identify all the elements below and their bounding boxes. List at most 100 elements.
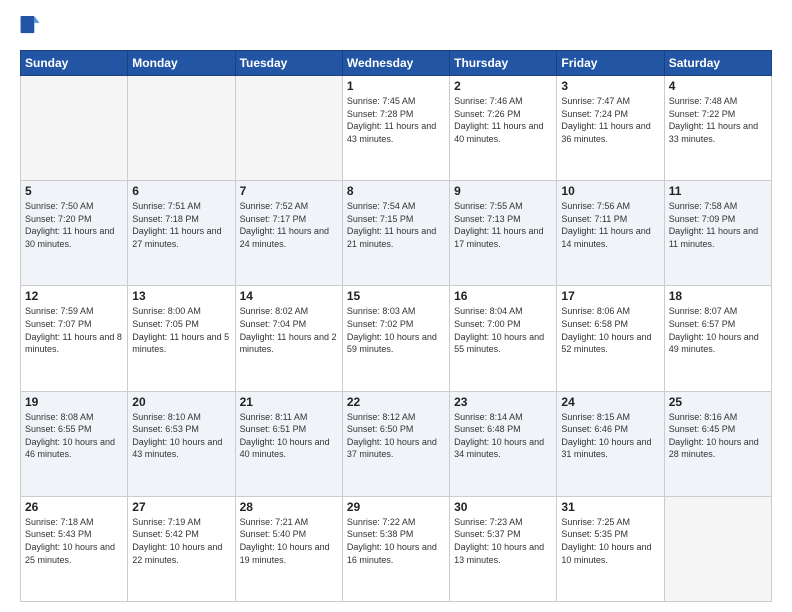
- day-number: 11: [669, 184, 767, 198]
- day-number: 3: [561, 79, 659, 93]
- day-number: 4: [669, 79, 767, 93]
- day-info: Sunrise: 7:25 AMSunset: 5:35 PMDaylight:…: [561, 516, 659, 566]
- day-number: 8: [347, 184, 445, 198]
- day-info: Sunrise: 8:14 AMSunset: 6:48 PMDaylight:…: [454, 411, 552, 461]
- page: SundayMondayTuesdayWednesdayThursdayFrid…: [0, 0, 792, 612]
- calendar-day-cell: 1 Sunrise: 7:45 AMSunset: 7:28 PMDaylight…: [342, 76, 449, 181]
- day-info: Sunrise: 7:56 AMSunset: 7:11 PMDaylight:…: [561, 200, 659, 250]
- day-number: 19: [25, 395, 123, 409]
- day-info: Sunrise: 8:07 AMSunset: 6:57 PMDaylight:…: [669, 305, 767, 355]
- day-info: Sunrise: 8:16 AMSunset: 6:45 PMDaylight:…: [669, 411, 767, 461]
- calendar-day-cell: 30 Sunrise: 7:23 AMSunset: 5:37 PMDayligh…: [450, 496, 557, 601]
- calendar-day-cell: 29 Sunrise: 7:22 AMSunset: 5:38 PMDayligh…: [342, 496, 449, 601]
- day-number: 23: [454, 395, 552, 409]
- day-number: 16: [454, 289, 552, 303]
- day-number: 7: [240, 184, 338, 198]
- calendar-day-cell: 21Sunrise: 8:11 AMSunset: 6:51 PMDayligh…: [235, 391, 342, 496]
- day-info: Sunrise: 8:10 AMSunset: 6:53 PMDaylight:…: [132, 411, 230, 461]
- day-info: Sunrise: 7:21 AMSunset: 5:40 PMDaylight:…: [240, 516, 338, 566]
- weekday-header-monday: Monday: [128, 51, 235, 76]
- header: [20, 16, 772, 40]
- weekday-header-friday: Friday: [557, 51, 664, 76]
- day-info: Sunrise: 7:48 AMSunset: 7:22 PMDaylight:…: [669, 95, 767, 145]
- day-info: Sunrise: 7:59 AMSunset: 7:07 PMDaylight:…: [25, 305, 123, 355]
- day-info: Sunrise: 8:03 AMSunset: 7:02 PMDaylight:…: [347, 305, 445, 355]
- calendar-day-cell: 28 Sunrise: 7:21 AMSunset: 5:40 PMDayligh…: [235, 496, 342, 601]
- day-number: 30: [454, 500, 552, 514]
- day-number: 28: [240, 500, 338, 514]
- weekday-header-wednesday: Wednesday: [342, 51, 449, 76]
- weekday-header-sunday: Sunday: [21, 51, 128, 76]
- day-info: Sunrise: 7:50 AMSunset: 7:20 PMDaylight:…: [25, 200, 123, 250]
- day-info: Sunrise: 7:58 AMSunset: 7:09 PMDaylight:…: [669, 200, 767, 250]
- day-number: 26: [25, 500, 123, 514]
- weekday-header-thursday: Thursday: [450, 51, 557, 76]
- day-info: Sunrise: 8:04 AMSunset: 7:00 PMDaylight:…: [454, 305, 552, 355]
- weekday-header-row: SundayMondayTuesdayWednesdayThursdayFrid…: [21, 51, 772, 76]
- day-number: 18: [669, 289, 767, 303]
- day-info: Sunrise: 7:22 AMSunset: 5:38 PMDaylight:…: [347, 516, 445, 566]
- calendar-day-cell: 11 Sunrise: 7:58 AMSunset: 7:09 PMDayligh…: [664, 181, 771, 286]
- calendar-day-cell: 16 Sunrise: 8:04 AMSunset: 7:00 PMDayligh…: [450, 286, 557, 391]
- logo: [20, 16, 42, 40]
- day-info: Sunrise: 7:19 AMSunset: 5:42 PMDaylight:…: [132, 516, 230, 566]
- calendar-week-row: 1 Sunrise: 7:45 AMSunset: 7:28 PMDaylight…: [21, 76, 772, 181]
- weekday-header-saturday: Saturday: [664, 51, 771, 76]
- day-info: Sunrise: 7:18 AMSunset: 5:43 PMDaylight:…: [25, 516, 123, 566]
- calendar-day-cell: 9 Sunrise: 7:55 AMSunset: 7:13 PMDaylight…: [450, 181, 557, 286]
- calendar-day-cell: 6Sunrise: 7:51 AMSunset: 7:18 PMDaylight…: [128, 181, 235, 286]
- calendar-table: SundayMondayTuesdayWednesdayThursdayFrid…: [20, 50, 772, 602]
- calendar-day-cell: 27 Sunrise: 7:19 AMSunset: 5:42 PMDayligh…: [128, 496, 235, 601]
- calendar-day-cell: 15 Sunrise: 8:03 AMSunset: 7:02 PMDayligh…: [342, 286, 449, 391]
- day-info: Sunrise: 7:47 AMSunset: 7:24 PMDaylight:…: [561, 95, 659, 145]
- calendar-day-cell: 10 Sunrise: 7:56 AMSunset: 7:11 PMDayligh…: [557, 181, 664, 286]
- logo-icon: [20, 16, 40, 40]
- calendar-week-row: 12 Sunrise: 7:59 AMSunset: 7:07 PMDayligh…: [21, 286, 772, 391]
- calendar-day-cell: 3 Sunrise: 7:47 AMSunset: 7:24 PMDaylight…: [557, 76, 664, 181]
- day-info: Sunrise: 8:02 AMSunset: 7:04 PMDaylight:…: [240, 305, 338, 355]
- calendar-day-cell: 14 Sunrise: 8:02 AMSunset: 7:04 PMDayligh…: [235, 286, 342, 391]
- day-info: Sunrise: 8:00 AMSunset: 7:05 PMDaylight:…: [132, 305, 230, 355]
- day-info: Sunrise: 7:52 AMSunset: 7:17 PMDaylight:…: [240, 200, 338, 250]
- calendar-day-cell: [21, 76, 128, 181]
- day-number: 14: [240, 289, 338, 303]
- calendar-day-cell: 24 Sunrise: 8:15 AMSunset: 6:46 PMDayligh…: [557, 391, 664, 496]
- calendar-day-cell: [235, 76, 342, 181]
- day-number: 21: [240, 395, 338, 409]
- day-info: Sunrise: 7:23 AMSunset: 5:37 PMDaylight:…: [454, 516, 552, 566]
- calendar-day-cell: 12 Sunrise: 7:59 AMSunset: 7:07 PMDayligh…: [21, 286, 128, 391]
- day-info: Sunrise: 7:46 AMSunset: 7:26 PMDaylight:…: [454, 95, 552, 145]
- day-info: Sunrise: 7:54 AMSunset: 7:15 PMDaylight:…: [347, 200, 445, 250]
- day-number: 2: [454, 79, 552, 93]
- calendar-day-cell: 19Sunrise: 8:08 AMSunset: 6:55 PMDayligh…: [21, 391, 128, 496]
- calendar-day-cell: 4 Sunrise: 7:48 AMSunset: 7:22 PMDaylight…: [664, 76, 771, 181]
- day-number: 15: [347, 289, 445, 303]
- calendar-day-cell: 17 Sunrise: 8:06 AMSunset: 6:58 PMDayligh…: [557, 286, 664, 391]
- calendar-day-cell: [664, 496, 771, 601]
- calendar-day-cell: 8 Sunrise: 7:54 AMSunset: 7:15 PMDaylight…: [342, 181, 449, 286]
- day-number: 10: [561, 184, 659, 198]
- calendar-day-cell: 13 Sunrise: 8:00 AMSunset: 7:05 PMDayligh…: [128, 286, 235, 391]
- day-info: Sunrise: 8:15 AMSunset: 6:46 PMDaylight:…: [561, 411, 659, 461]
- day-number: 12: [25, 289, 123, 303]
- calendar-day-cell: 25Sunrise: 8:16 AMSunset: 6:45 PMDayligh…: [664, 391, 771, 496]
- day-number: 24: [561, 395, 659, 409]
- calendar-day-cell: 5Sunrise: 7:50 AMSunset: 7:20 PMDaylight…: [21, 181, 128, 286]
- calendar-day-cell: 26 Sunrise: 7:18 AMSunset: 5:43 PMDayligh…: [21, 496, 128, 601]
- day-info: Sunrise: 7:55 AMSunset: 7:13 PMDaylight:…: [454, 200, 552, 250]
- day-info: Sunrise: 7:51 AMSunset: 7:18 PMDaylight:…: [132, 200, 230, 250]
- day-number: 17: [561, 289, 659, 303]
- calendar-day-cell: 18 Sunrise: 8:07 AMSunset: 6:57 PMDayligh…: [664, 286, 771, 391]
- day-number: 1: [347, 79, 445, 93]
- weekday-header-tuesday: Tuesday: [235, 51, 342, 76]
- day-number: 29: [347, 500, 445, 514]
- day-info: Sunrise: 7:45 AMSunset: 7:28 PMDaylight:…: [347, 95, 445, 145]
- day-number: 13: [132, 289, 230, 303]
- day-number: 9: [454, 184, 552, 198]
- calendar-day-cell: 23 Sunrise: 8:14 AMSunset: 6:48 PMDayligh…: [450, 391, 557, 496]
- calendar-day-cell: 7 Sunrise: 7:52 AMSunset: 7:17 PMDaylight…: [235, 181, 342, 286]
- calendar-week-row: 5Sunrise: 7:50 AMSunset: 7:20 PMDaylight…: [21, 181, 772, 286]
- calendar-day-cell: 22Sunrise: 8:12 AMSunset: 6:50 PMDayligh…: [342, 391, 449, 496]
- day-info: Sunrise: 8:06 AMSunset: 6:58 PMDaylight:…: [561, 305, 659, 355]
- day-number: 27: [132, 500, 230, 514]
